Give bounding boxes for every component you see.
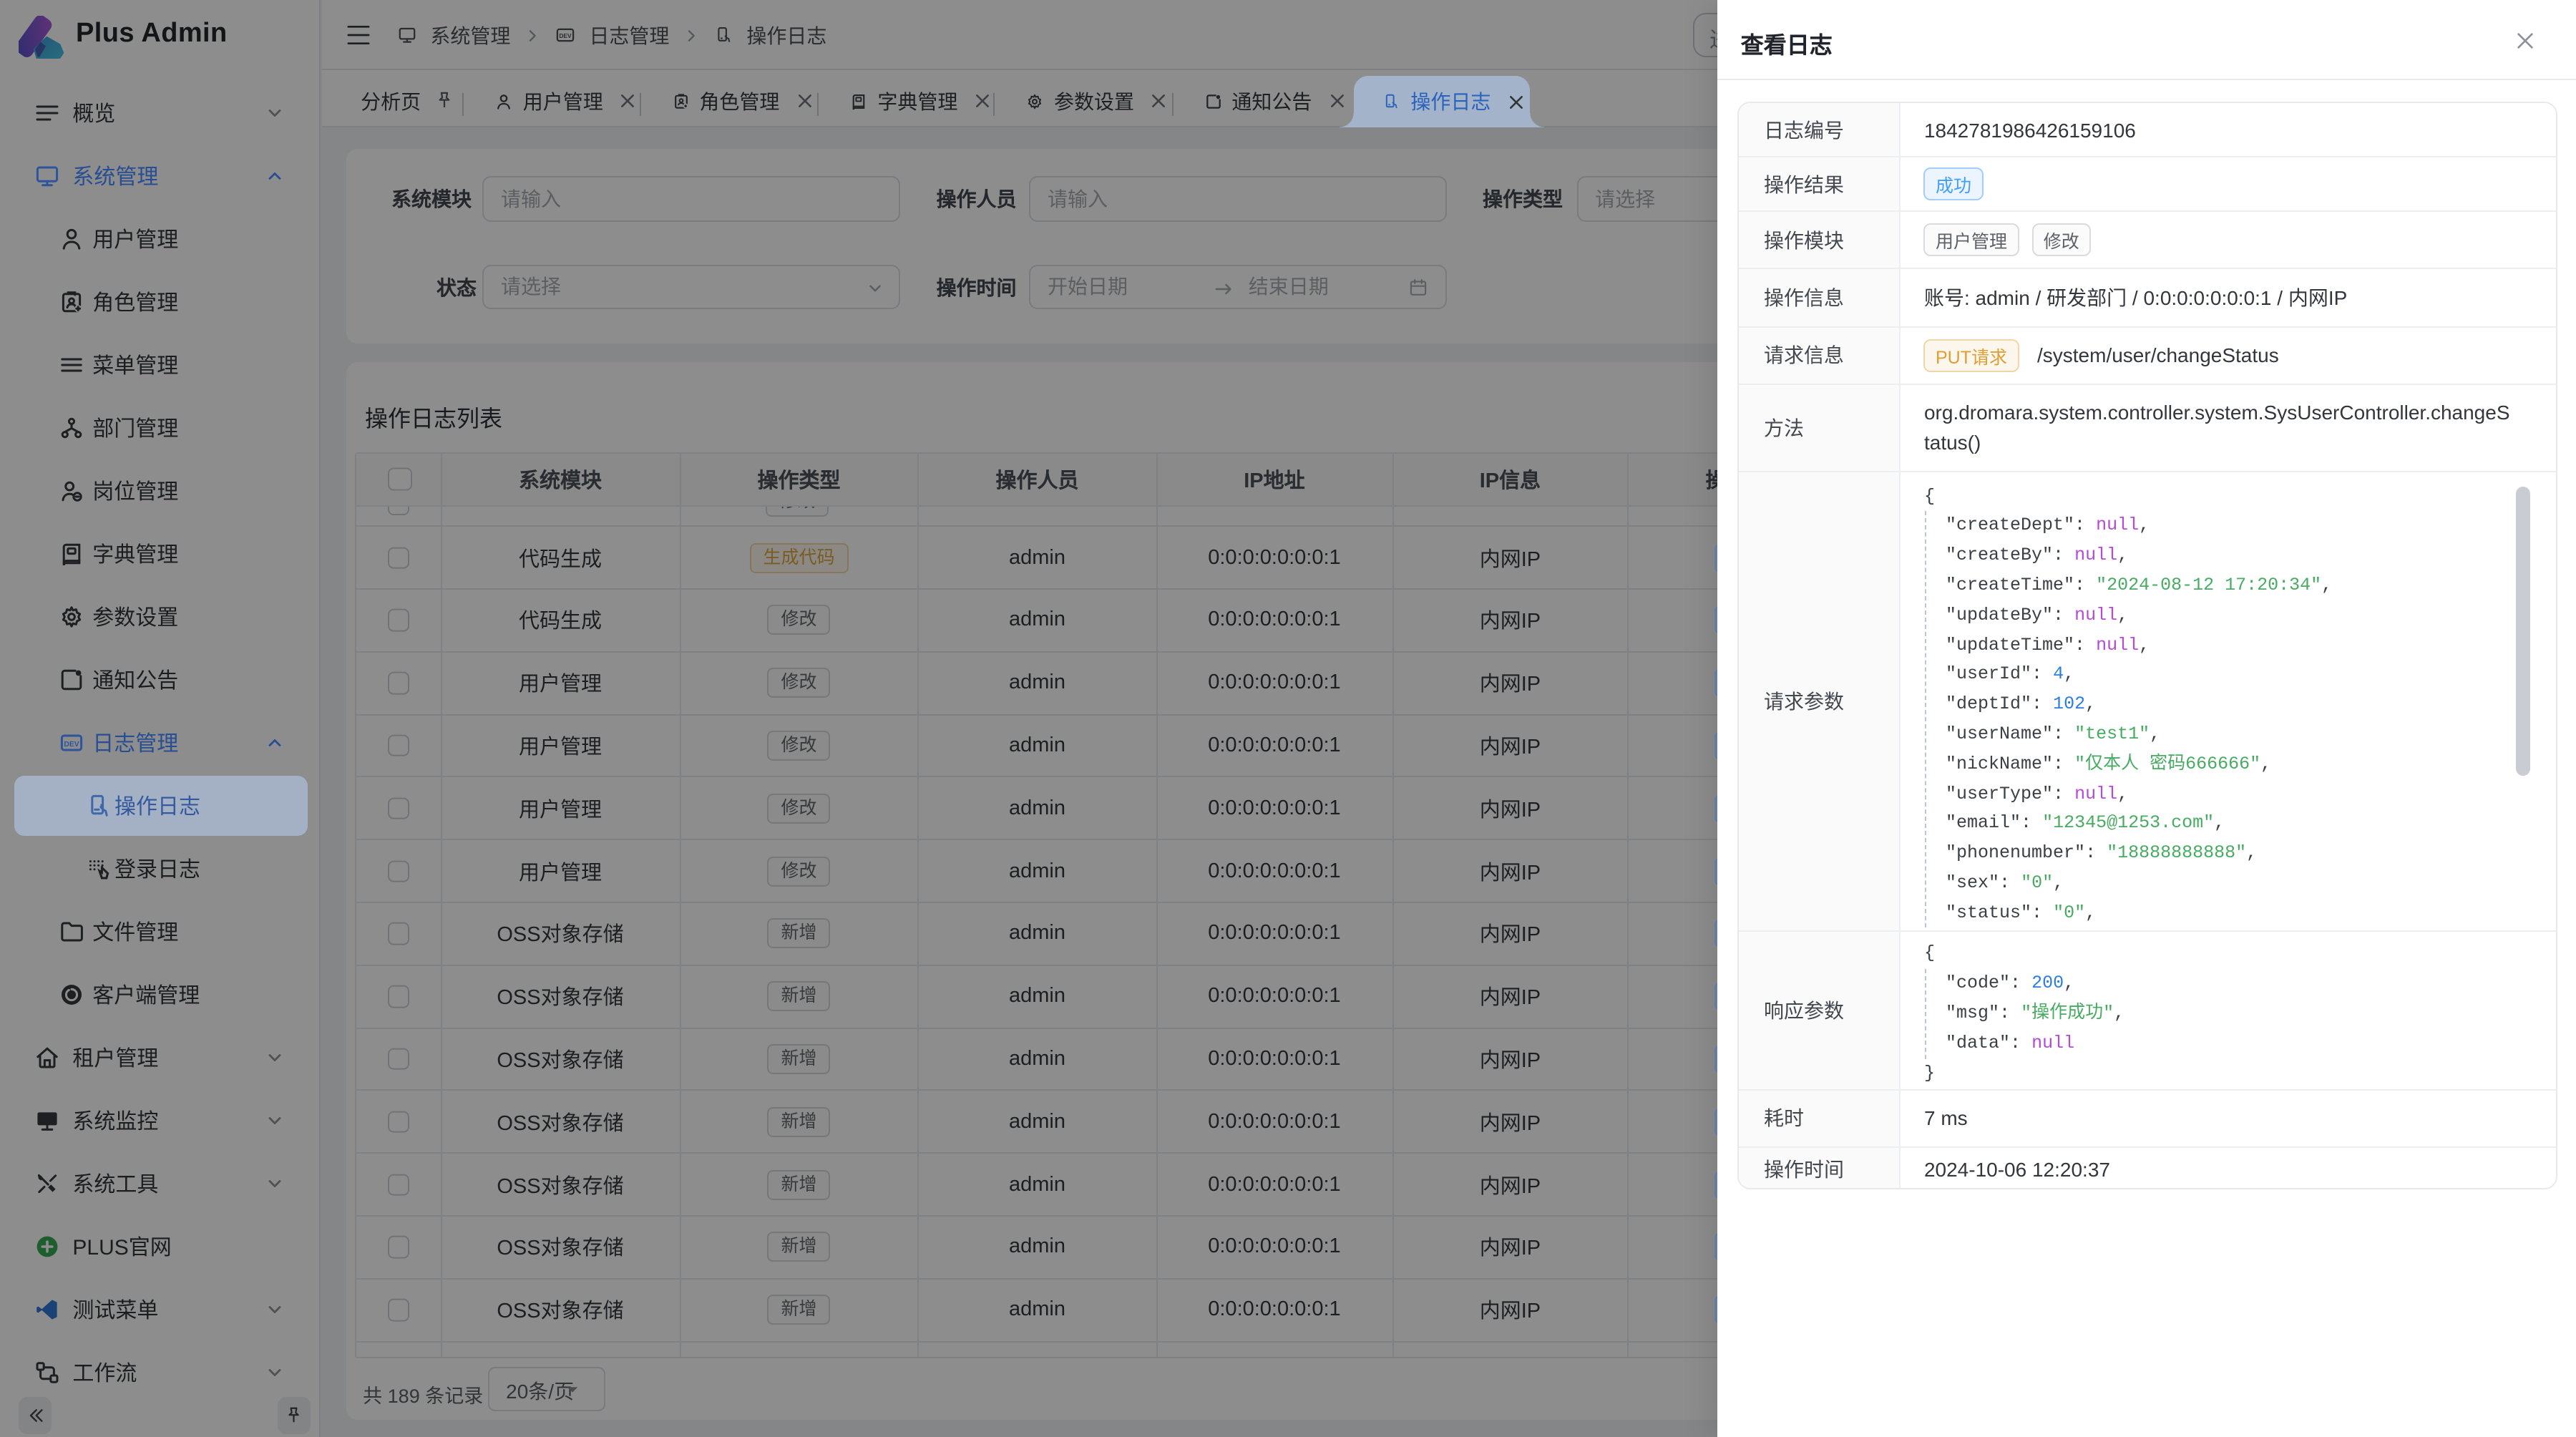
svg-text:DEV: DEV	[64, 741, 79, 749]
svg-text:DEV: DEV	[559, 32, 572, 39]
